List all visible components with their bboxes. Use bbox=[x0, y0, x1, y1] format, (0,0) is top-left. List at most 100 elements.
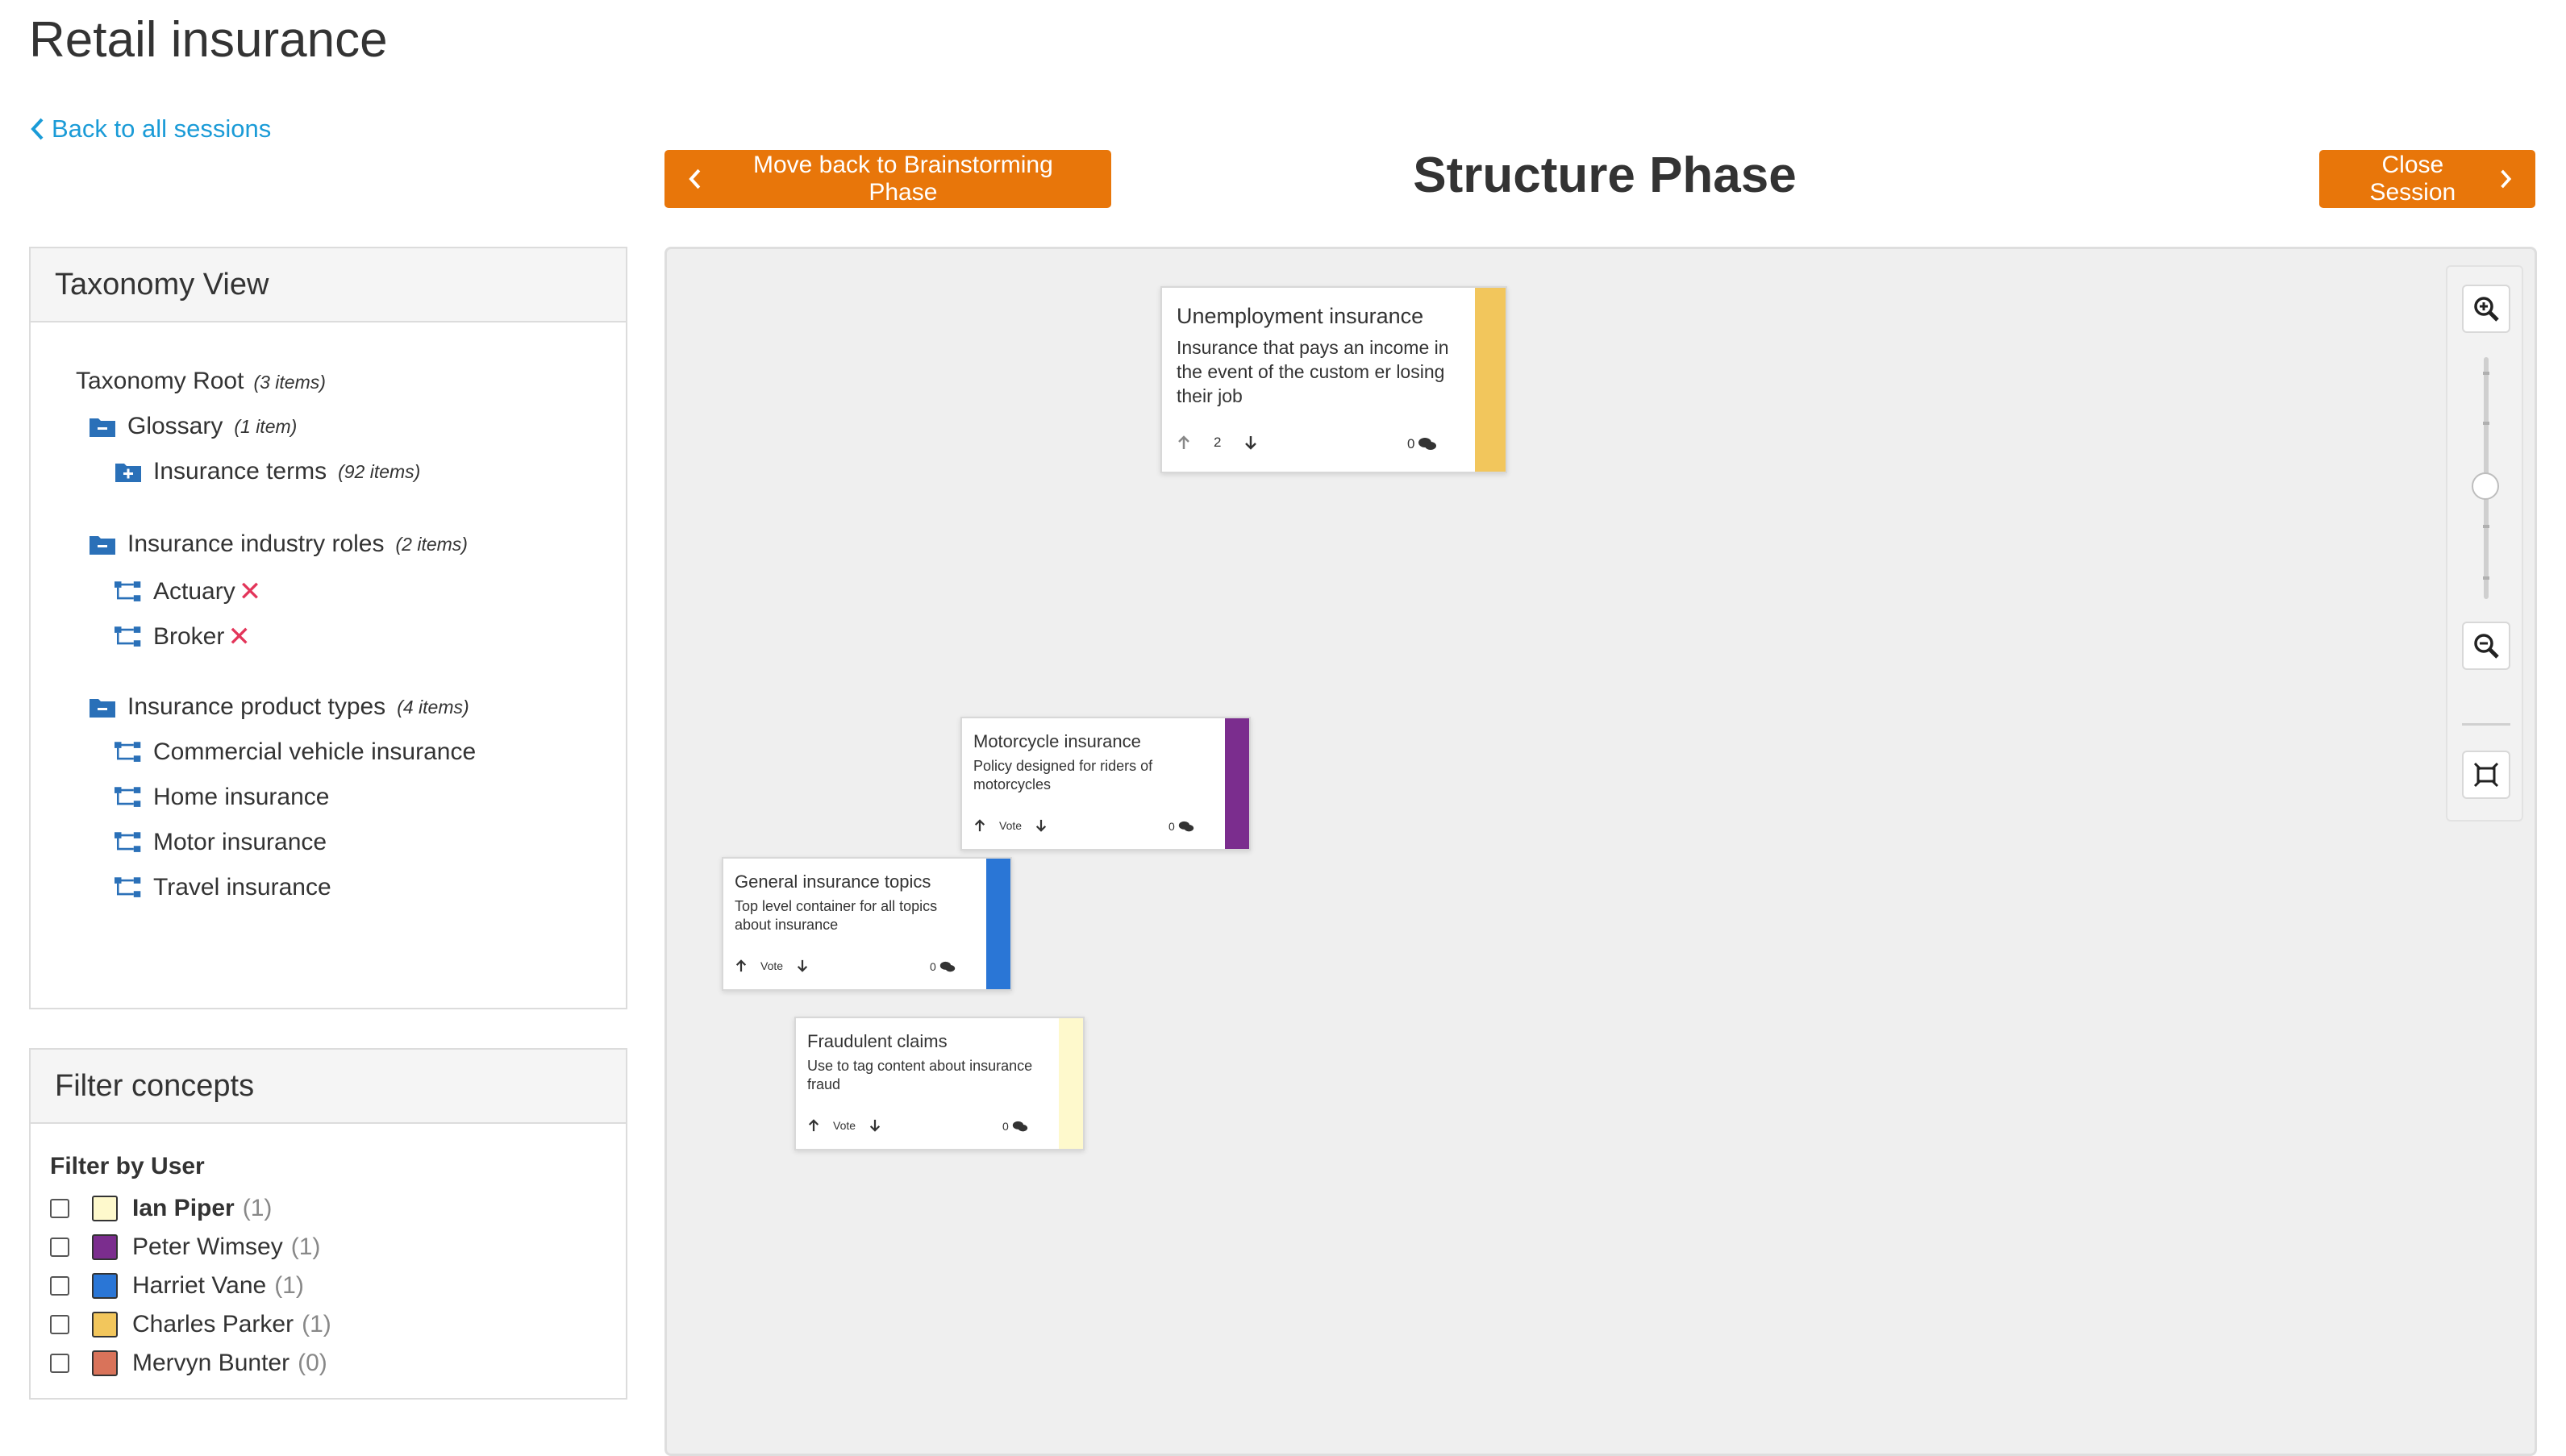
user-filter-row: Harriet Vane (1) bbox=[50, 1272, 304, 1300]
card-vote-bar: 2 bbox=[1177, 435, 1258, 451]
structure-canvas[interactable]: Unemployment insurance Insurance that pa… bbox=[664, 247, 2537, 1456]
tax-group-count: (2 items) bbox=[395, 533, 468, 555]
user-color-swatch bbox=[92, 1312, 118, 1337]
user-name: Harriet Vane bbox=[132, 1272, 267, 1299]
card-description: Top level container for all topics about… bbox=[735, 898, 938, 934]
arrow-up-icon[interactable] bbox=[735, 959, 748, 973]
filter-panel-header: Filter concepts bbox=[31, 1050, 626, 1124]
tax-item-home[interactable]: Home insurance bbox=[115, 784, 329, 811]
hierarchy-icon bbox=[115, 830, 142, 855]
hierarchy-icon bbox=[115, 876, 142, 900]
zoom-divider bbox=[2462, 723, 2510, 726]
card-description: Insurance that pays an income in the eve… bbox=[1177, 337, 1449, 406]
comment-count: 0 bbox=[930, 960, 936, 973]
tax-item-motor[interactable]: Motor insurance bbox=[115, 829, 327, 856]
taxonomy-root-count: (3 items) bbox=[253, 372, 326, 393]
back-to-sessions-link[interactable]: Back to all sessions bbox=[29, 114, 271, 144]
arrow-down-icon[interactable] bbox=[869, 1118, 881, 1133]
user-checkbox[interactable] bbox=[50, 1354, 69, 1373]
vote-label: Vote bbox=[999, 819, 1023, 832]
tax-item-label: Actuary bbox=[153, 578, 235, 605]
comments-icon bbox=[1012, 1121, 1027, 1131]
move-back-brainstorming-button[interactable]: Move back to Brainstorming Phase bbox=[664, 150, 1111, 208]
concept-card-fraudulent-claims[interactable]: Fraudulent claims Use to tag content abo… bbox=[794, 1017, 1085, 1150]
remove-icon[interactable]: ✕ bbox=[227, 621, 251, 653]
filter-panel: Filter concepts Filter by User Ian Piper… bbox=[29, 1048, 627, 1400]
comment-count: 0 bbox=[1168, 820, 1175, 833]
user-filter-row: Peter Wimsey (1) bbox=[50, 1233, 320, 1261]
tax-group-industry-roles[interactable]: Insurance industry roles (2 items) bbox=[89, 530, 468, 558]
folder-minus-icon[interactable] bbox=[89, 532, 116, 556]
remove-icon[interactable]: ✕ bbox=[239, 576, 262, 608]
tax-item-label: Insurance terms bbox=[153, 458, 327, 485]
tax-item-insurance-terms[interactable]: Insurance terms (92 items) bbox=[115, 458, 420, 485]
vote-count: 2 bbox=[1214, 435, 1222, 450]
folder-minus-icon[interactable] bbox=[89, 695, 116, 719]
arrow-up-icon[interactable] bbox=[807, 1118, 820, 1133]
user-color-stripe bbox=[1059, 1018, 1083, 1149]
vote-label: Vote bbox=[833, 1119, 856, 1132]
zoom-control bbox=[2446, 265, 2523, 822]
user-color-swatch bbox=[92, 1196, 118, 1221]
card-title: Fraudulent claims bbox=[807, 1031, 948, 1051]
card-comments[interactable]: 0 bbox=[1002, 1120, 1028, 1133]
vote-label: Vote bbox=[760, 959, 784, 972]
folder-plus-icon[interactable] bbox=[115, 460, 142, 484]
zoom-tick bbox=[2483, 525, 2489, 528]
tax-group-glossary[interactable]: Glossary (1 item) bbox=[89, 413, 297, 440]
concept-card-motorcycle[interactable]: Motorcycle insurance Policy designed for… bbox=[960, 717, 1251, 851]
tax-item-label: Broker bbox=[153, 623, 225, 650]
user-checkbox[interactable] bbox=[50, 1199, 69, 1218]
arrow-down-icon[interactable] bbox=[796, 959, 809, 973]
card-title: General insurance topics bbox=[735, 872, 931, 892]
back-link-label: Back to all sessions bbox=[52, 114, 272, 143]
user-filter-row: Mervyn Bunter (0) bbox=[50, 1350, 327, 1377]
taxonomy-root[interactable]: Taxonomy Root (3 items) bbox=[76, 368, 326, 395]
tax-item-label: Travel insurance bbox=[153, 874, 331, 901]
page-title: Retail insurance bbox=[29, 12, 388, 68]
user-checkbox[interactable] bbox=[50, 1276, 69, 1296]
tax-item-count: (92 items) bbox=[338, 460, 421, 482]
fit-to-screen-button[interactable] bbox=[2462, 751, 2510, 799]
folder-minus-icon[interactable] bbox=[89, 414, 116, 439]
zoom-in-button[interactable] bbox=[2462, 285, 2510, 333]
tax-group-label: Insurance product types bbox=[127, 693, 386, 720]
user-color-swatch bbox=[92, 1234, 118, 1260]
user-checkbox[interactable] bbox=[50, 1315, 69, 1334]
arrow-up-icon[interactable] bbox=[973, 818, 986, 833]
user-color-swatch bbox=[92, 1350, 118, 1376]
card-comments[interactable]: 0 bbox=[1407, 436, 1437, 452]
taxonomy-root-label: Taxonomy Root bbox=[76, 368, 244, 394]
concept-card-unemployment[interactable]: Unemployment insurance Insurance that pa… bbox=[1160, 286, 1507, 473]
taxonomy-panel: Taxonomy View Taxonomy Root (3 items) Gl… bbox=[29, 247, 627, 1009]
tax-group-count: (1 item) bbox=[234, 415, 298, 437]
comments-icon bbox=[939, 961, 955, 971]
user-count: (0) bbox=[298, 1350, 327, 1376]
hierarchy-icon bbox=[115, 625, 142, 649]
arrow-down-icon[interactable] bbox=[1035, 818, 1048, 833]
card-comments[interactable]: 0 bbox=[1168, 820, 1194, 833]
arrow-up-icon[interactable] bbox=[1177, 435, 1191, 451]
close-session-button[interactable]: Close Session bbox=[2319, 150, 2535, 208]
comment-count: 0 bbox=[1002, 1120, 1009, 1133]
tax-group-product-types[interactable]: Insurance product types (4 items) bbox=[89, 693, 469, 721]
zoom-slider-handle[interactable] bbox=[2472, 472, 2499, 500]
tax-item-actuary[interactable]: Actuary ✕ bbox=[115, 576, 261, 608]
zoom-out-button[interactable] bbox=[2462, 622, 2510, 670]
concept-card-general-topics[interactable]: General insurance topics Top level conta… bbox=[722, 857, 1012, 991]
user-checkbox[interactable] bbox=[50, 1238, 69, 1257]
arrow-down-icon[interactable] bbox=[1243, 435, 1258, 451]
filter-by-user-title: Filter by User bbox=[50, 1153, 205, 1179]
tax-item-travel[interactable]: Travel insurance bbox=[115, 874, 331, 901]
phase-title: Structure Phase bbox=[1413, 148, 1797, 203]
user-color-stripe bbox=[986, 859, 1010, 989]
card-vote-bar: Vote bbox=[807, 1118, 881, 1133]
tax-item-broker[interactable]: Broker ✕ bbox=[115, 621, 251, 653]
tax-item-commercial-vehicle[interactable]: Commercial vehicle insurance bbox=[115, 738, 476, 766]
card-vote-bar: Vote bbox=[973, 818, 1048, 833]
card-comments[interactable]: 0 bbox=[930, 960, 956, 973]
user-color-stripe bbox=[1225, 718, 1249, 849]
user-name: Peter Wimsey bbox=[132, 1233, 283, 1260]
user-count: (1) bbox=[274, 1272, 304, 1299]
card-title: Motorcycle insurance bbox=[973, 731, 1141, 751]
